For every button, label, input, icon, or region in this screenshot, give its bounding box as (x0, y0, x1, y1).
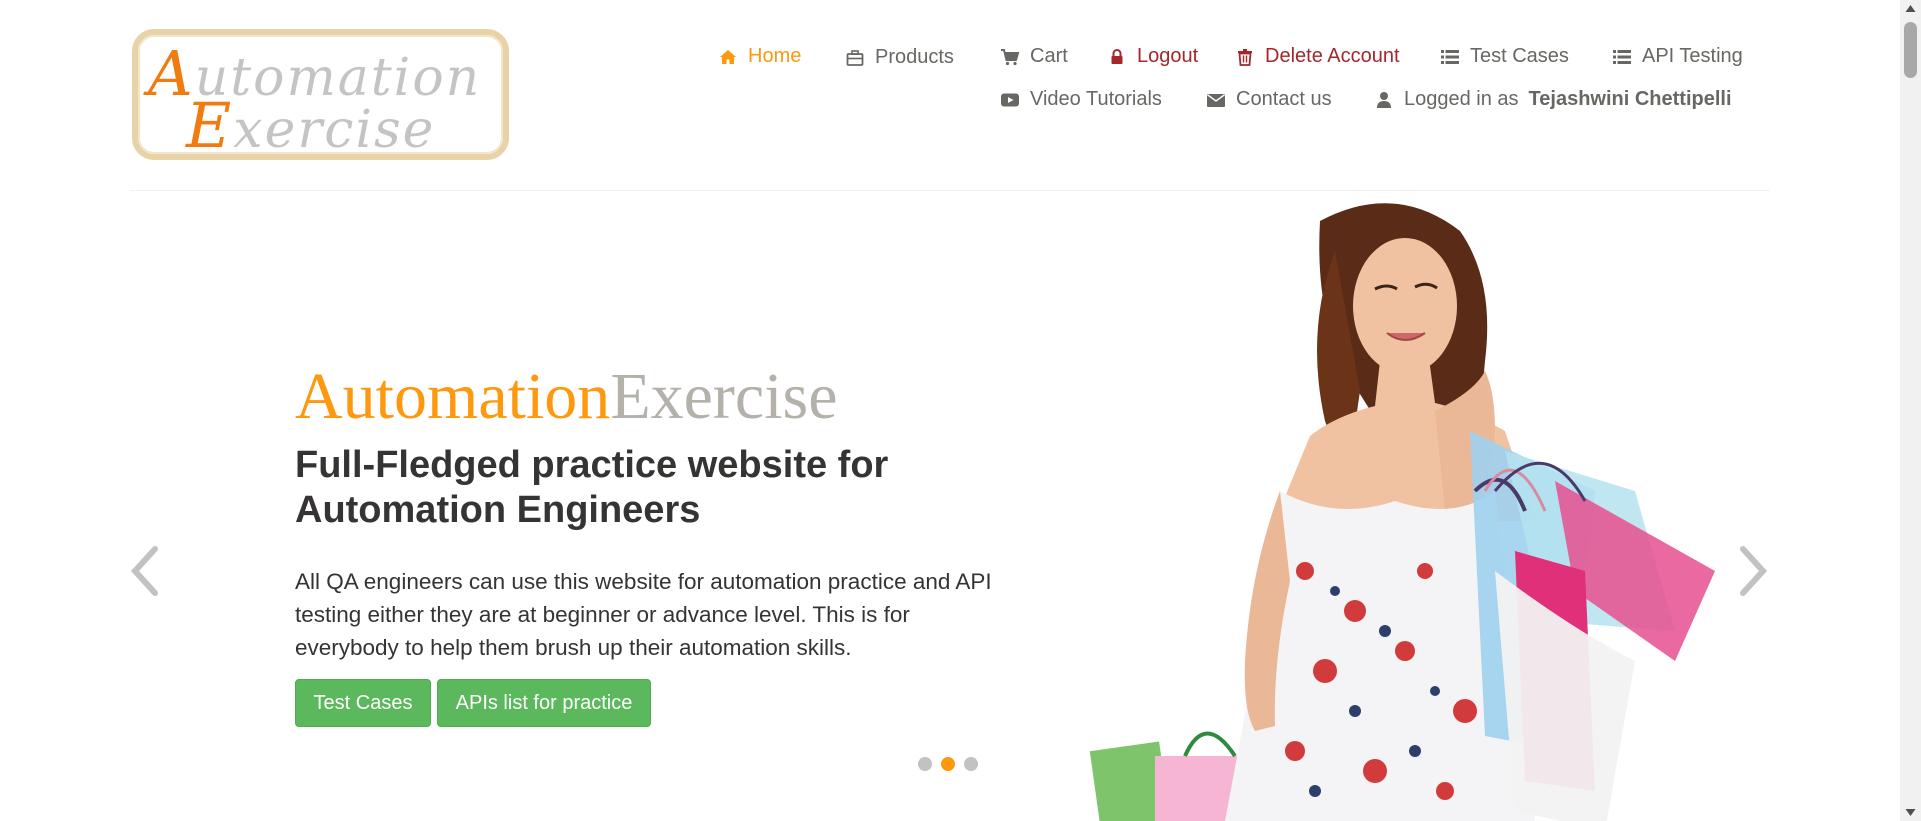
hero-title: AutomationExercise (295, 360, 838, 434)
slider-next-button[interactable] (1733, 541, 1773, 601)
scrollbar-thumb[interactable] (1904, 22, 1917, 78)
chevron-left-icon (130, 546, 158, 596)
hero-subtitle-line-2: Automation Engineers (295, 489, 701, 531)
nav-home[interactable]: Home (718, 45, 801, 68)
nav-delete-account[interactable]: Delete Account (1235, 45, 1400, 68)
lock-icon (1107, 47, 1127, 67)
home-icon (718, 47, 738, 67)
cart-icon (1000, 47, 1020, 67)
scroll-up-button[interactable] (1900, 0, 1921, 18)
hero-subtitle: Full-Fledged practice website for Automa… (295, 443, 1015, 533)
logged-in-status: Logged in as Tejashwini Chettipelli (1374, 88, 1732, 111)
list-icon (1440, 47, 1460, 67)
slider-indicator-1[interactable] (918, 757, 932, 771)
logged-in-prefix: Logged in as (1404, 88, 1519, 110)
nav-video-tutorials-label: Video Tutorials (1030, 88, 1162, 110)
nav-test-cases[interactable]: Test Cases (1440, 45, 1569, 68)
scroll-down-button[interactable] (1900, 803, 1921, 821)
nav-logout[interactable]: Logout (1107, 45, 1198, 68)
nav-products-label: Products (875, 46, 954, 68)
nav-contact-us-label: Contact us (1236, 88, 1332, 110)
slider-prev-button[interactable] (125, 541, 165, 601)
envelope-icon (1206, 90, 1226, 110)
nav-cart[interactable]: Cart (1000, 45, 1068, 68)
page-scrollbar[interactable] (1900, 0, 1921, 821)
youtube-icon (1000, 90, 1020, 110)
nav-api-testing-label: API Testing (1642, 45, 1743, 67)
nav-api-testing[interactable]: API Testing (1612, 45, 1743, 68)
nav-video-tutorials[interactable]: Video Tutorials (1000, 88, 1162, 111)
logo-line-2: Exercise (186, 89, 436, 162)
apis-list-button[interactable]: APIs list for practice (437, 679, 651, 727)
products-icon (845, 48, 865, 68)
slider-indicator-2[interactable] (941, 757, 955, 771)
triangle-up-icon (1905, 5, 1916, 12)
nav-products[interactable]: Products (845, 46, 954, 69)
hero-image-shopping-girl (1075, 191, 1735, 821)
triangle-down-icon (1905, 809, 1916, 816)
test-cases-button[interactable]: Test Cases (295, 679, 431, 727)
hero-title-part-1: Automation (295, 360, 611, 433)
nav-logout-label: Logout (1137, 45, 1199, 67)
chevron-right-icon (1740, 546, 1768, 596)
nav-contact-us[interactable]: Contact us (1206, 88, 1332, 111)
hero-description: All QA engineers can use this website fo… (295, 569, 992, 660)
logged-in-username: Tejashwini Chettipelli (1528, 88, 1732, 110)
slider-indicators (918, 757, 978, 771)
nav-test-cases-label: Test Cases (1470, 45, 1569, 67)
user-icon (1374, 90, 1394, 110)
hero-subtitle-line-1: Full-Fledged practice website for (295, 444, 889, 486)
nav-home-label: Home (748, 45, 802, 67)
site-logo[interactable]: Automation Exercise (132, 29, 509, 160)
site-header: Automation Exercise Home Products Cart L… (0, 0, 1900, 192)
nav-cart-label: Cart (1030, 45, 1068, 67)
hero-slider: AutomationExercise Full-Fledged practice… (0, 191, 1900, 821)
list-icon (1612, 47, 1632, 67)
slider-indicator-3[interactable] (964, 757, 978, 771)
nav-delete-account-label: Delete Account (1265, 45, 1400, 67)
hero-title-part-2: Exercise (610, 360, 838, 433)
trash-icon (1235, 47, 1255, 67)
